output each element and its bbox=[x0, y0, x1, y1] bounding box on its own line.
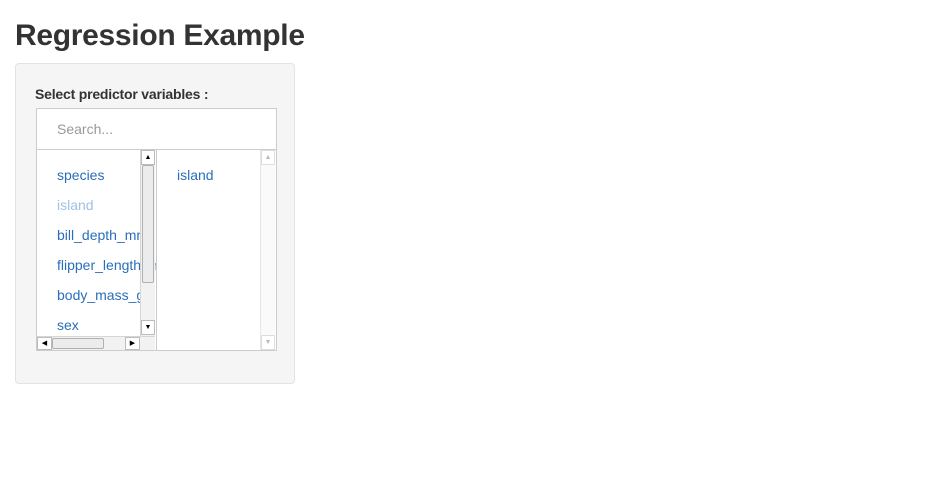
search-input[interactable] bbox=[37, 109, 276, 150]
available-vertical-scrollbar[interactable]: ▲ ▼ bbox=[140, 150, 155, 336]
option-bill-depth[interactable]: bill_depth_mm bbox=[57, 227, 148, 243]
arrow-down-icon[interactable]: ▼ bbox=[261, 335, 275, 350]
option-body-mass[interactable]: body_mass_g bbox=[57, 287, 144, 303]
selected-option-island[interactable]: island bbox=[177, 167, 214, 183]
arrow-down-icon[interactable]: ▼ bbox=[141, 320, 155, 335]
available-horizontal-scrollbar[interactable]: ◀ ▶ bbox=[37, 336, 155, 350]
arrow-up-icon[interactable]: ▲ bbox=[141, 150, 155, 165]
available-options-pane[interactable]: species island bill_depth_mm flipper_len… bbox=[37, 150, 157, 350]
scroll-thumb[interactable] bbox=[142, 165, 154, 283]
option-sex[interactable]: sex bbox=[57, 317, 79, 333]
horizontal-scroll-thumb[interactable] bbox=[52, 338, 104, 349]
option-species[interactable]: species bbox=[57, 167, 104, 183]
predictor-label: Select predictor variables : bbox=[35, 86, 209, 102]
selected-options-pane[interactable]: island ▲ ▼ bbox=[157, 150, 276, 350]
page-title: Regression Example bbox=[15, 19, 305, 52]
multi-select-widget: species island bill_depth_mm flipper_len… bbox=[36, 108, 277, 351]
option-island: island bbox=[57, 197, 94, 213]
selected-vertical-scrollbar[interactable]: ▲ ▼ bbox=[260, 150, 275, 350]
arrow-right-icon[interactable]: ▶ bbox=[125, 337, 140, 350]
sidebar-panel: Select predictor variables : species isl… bbox=[15, 63, 295, 384]
arrow-up-icon[interactable]: ▲ bbox=[261, 150, 275, 165]
arrow-left-icon[interactable]: ◀ bbox=[37, 337, 52, 350]
